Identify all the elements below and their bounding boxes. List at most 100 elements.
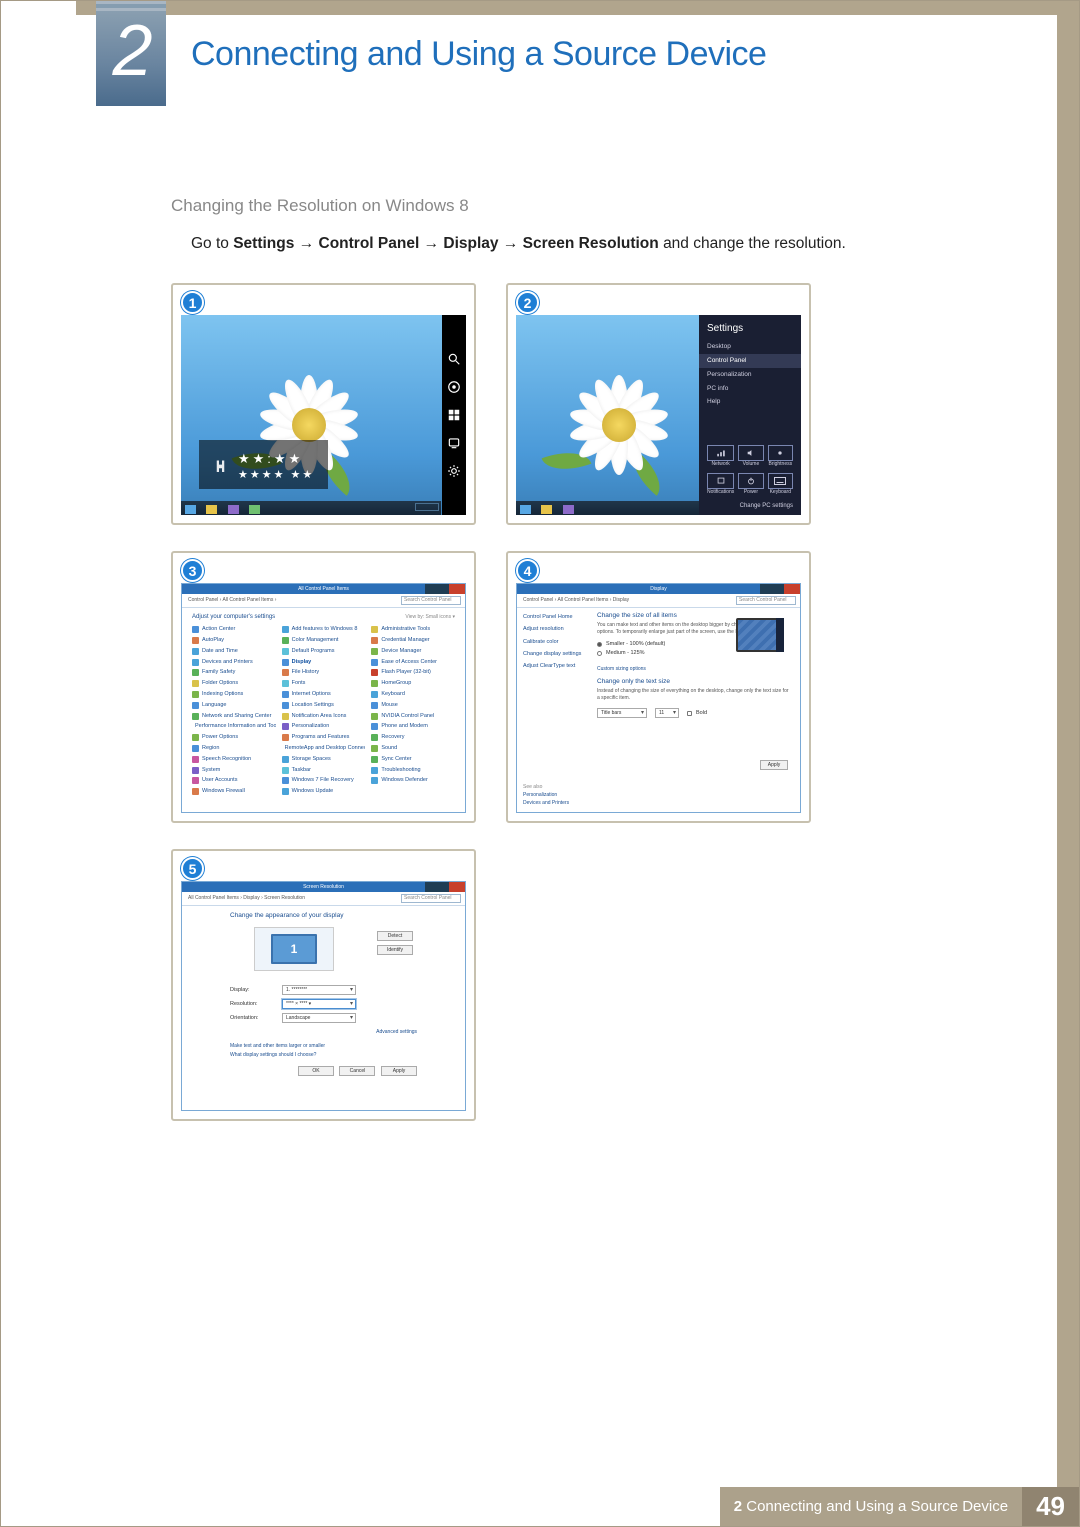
advanced-settings-link[interactable]: Advanced settings bbox=[230, 1029, 417, 1035]
window-titlebar[interactable]: Display bbox=[517, 584, 800, 594]
taskbar-icon[interactable] bbox=[249, 505, 260, 514]
keyboard-icon[interactable] bbox=[768, 473, 793, 489]
brightness-icon[interactable] bbox=[768, 445, 793, 461]
control-panel-item[interactable]: Color Management bbox=[282, 636, 366, 645]
control-panel-item[interactable]: Ease of Access Center bbox=[371, 658, 455, 667]
control-panel-item[interactable]: AutoPlay bbox=[192, 636, 276, 645]
control-panel-item[interactable]: NVIDIA Control Panel bbox=[371, 712, 455, 721]
control-panel-item[interactable]: Personalization bbox=[282, 722, 366, 731]
control-panel-item[interactable] bbox=[371, 787, 455, 796]
item-dropdown[interactable]: Title bars bbox=[597, 708, 647, 718]
sidebar-item[interactable]: Adjust resolution bbox=[523, 626, 583, 633]
control-panel-item[interactable]: Keyboard bbox=[371, 690, 455, 699]
custom-sizing-link[interactable]: Custom sizing options bbox=[597, 666, 792, 672]
control-panel-item[interactable]: System bbox=[192, 766, 276, 775]
detect-button[interactable]: Detect bbox=[377, 931, 413, 941]
see-also-link[interactable]: Personalization bbox=[523, 792, 569, 798]
control-panel-item[interactable]: Default Programs bbox=[282, 647, 366, 656]
taskbar-icon[interactable] bbox=[563, 505, 574, 514]
control-panel-item[interactable]: Windows Defender bbox=[371, 776, 455, 785]
see-also-link[interactable]: Devices and Printers bbox=[523, 800, 569, 806]
display-preview[interactable]: 1 bbox=[254, 927, 334, 971]
charms-bar[interactable] bbox=[442, 315, 466, 515]
share-icon[interactable] bbox=[447, 380, 461, 394]
control-panel-window[interactable]: All Control Panel Items Control Panel › … bbox=[181, 583, 466, 813]
sidebar-item[interactable]: Change display settings bbox=[523, 651, 583, 658]
control-panel-item[interactable]: Performance Information and Tools bbox=[192, 722, 276, 731]
control-panel-item[interactable]: File History bbox=[282, 668, 366, 677]
control-panel-item[interactable]: Flash Player (32-bit) bbox=[371, 668, 455, 677]
bold-checkbox[interactable]: Bold bbox=[687, 710, 707, 716]
sidebar-item[interactable]: Calibrate color bbox=[523, 639, 583, 646]
cancel-button[interactable]: Cancel bbox=[339, 1066, 375, 1076]
volume-icon[interactable] bbox=[738, 445, 763, 461]
control-panel-item[interactable]: Internet Options bbox=[282, 690, 366, 699]
control-panel-item[interactable]: Language bbox=[192, 701, 276, 710]
close-button[interactable] bbox=[449, 882, 465, 892]
settings-item[interactable]: PC info bbox=[707, 382, 793, 396]
settings-item[interactable]: Personalization bbox=[707, 368, 793, 382]
display-dropdown[interactable]: 1. ******** bbox=[282, 985, 356, 995]
close-button[interactable] bbox=[449, 584, 465, 594]
power-icon[interactable] bbox=[738, 473, 763, 489]
control-panel-item[interactable]: Display bbox=[282, 658, 366, 667]
control-panel-item[interactable]: Network and Sharing Center bbox=[192, 712, 276, 721]
control-panel-item[interactable]: Region bbox=[192, 744, 276, 753]
taskbar[interactable] bbox=[516, 501, 699, 515]
control-panel-item[interactable]: Administrative Tools bbox=[371, 625, 455, 634]
control-panel-item[interactable]: Windows Update bbox=[282, 787, 366, 796]
taskbar-tray[interactable] bbox=[415, 503, 439, 511]
taskbar-icon[interactable] bbox=[185, 505, 196, 514]
search-icon[interactable] bbox=[447, 352, 461, 366]
notifications-icon[interactable] bbox=[707, 473, 734, 489]
taskbar-icon[interactable] bbox=[228, 505, 239, 514]
breadcrumb-bar[interactable]: All Control Panel Items › Display › Scre… bbox=[182, 892, 465, 906]
breadcrumb-bar[interactable]: Control Panel › All Control Panel Items … bbox=[182, 594, 465, 608]
settings-item[interactable]: Help bbox=[707, 395, 793, 409]
window-titlebar[interactable]: All Control Panel Items bbox=[182, 584, 465, 594]
orientation-dropdown[interactable]: Landscape bbox=[282, 1013, 356, 1023]
screen-resolution-window[interactable]: Screen Resolution All Control Panel Item… bbox=[181, 881, 466, 1111]
control-panel-item[interactable]: Storage Spaces bbox=[282, 755, 366, 764]
minmax-buttons[interactable] bbox=[760, 584, 784, 594]
resolution-dropdown[interactable]: **** × **** ▾ bbox=[282, 999, 356, 1009]
ok-button[interactable]: OK bbox=[298, 1066, 334, 1076]
breadcrumb[interactable]: Control Panel › All Control Panel Items … bbox=[188, 597, 276, 603]
control-panel-item[interactable]: Location Settings bbox=[282, 701, 366, 710]
network-icon[interactable] bbox=[707, 445, 734, 461]
apply-button[interactable]: Apply bbox=[381, 1066, 417, 1076]
change-pc-settings-link[interactable]: Change PC settings bbox=[707, 503, 793, 509]
size-dropdown[interactable]: 11 bbox=[655, 708, 679, 718]
breadcrumb[interactable]: Control Panel › All Control Panel Items … bbox=[523, 597, 629, 603]
view-by-dropdown[interactable]: View by: Small icons ▾ bbox=[405, 614, 455, 620]
devices-icon[interactable] bbox=[447, 436, 461, 450]
control-panel-item[interactable]: Taskbar bbox=[282, 766, 366, 775]
control-panel-item[interactable]: Devices and Printers bbox=[192, 658, 276, 667]
breadcrumb[interactable]: All Control Panel Items › Display › Scre… bbox=[188, 895, 305, 901]
settings-item[interactable]: Control Panel bbox=[699, 354, 801, 368]
control-panel-item[interactable]: Indexing Options bbox=[192, 690, 276, 699]
control-panel-item[interactable]: Fonts bbox=[282, 679, 366, 688]
sidebar-home[interactable]: Control Panel Home bbox=[523, 614, 583, 621]
control-panel-item[interactable]: Credential Manager bbox=[371, 636, 455, 645]
minmax-buttons[interactable] bbox=[425, 584, 449, 594]
search-input[interactable]: Search Control Panel bbox=[401, 894, 461, 903]
control-panel-item[interactable]: HomeGroup bbox=[371, 679, 455, 688]
control-panel-item[interactable]: Power Options bbox=[192, 733, 276, 742]
control-panel-item[interactable]: Folder Options bbox=[192, 679, 276, 688]
sr-link-2[interactable]: What display settings should I choose? bbox=[230, 1052, 417, 1058]
display-window[interactable]: Display Control Panel › All Control Pane… bbox=[516, 583, 801, 813]
control-panel-item[interactable]: Sound bbox=[371, 744, 455, 753]
control-panel-item[interactable]: Sync Center bbox=[371, 755, 455, 764]
close-button[interactable] bbox=[784, 584, 800, 594]
charms-settings-pane[interactable]: Settings DesktopControl PanelPersonaliza… bbox=[699, 315, 801, 515]
control-panel-item[interactable]: Add features to Windows 8 bbox=[282, 625, 366, 634]
control-panel-item[interactable]: User Accounts bbox=[192, 776, 276, 785]
control-panel-item[interactable]: Programs and Features bbox=[282, 733, 366, 742]
minmax-buttons[interactable] bbox=[425, 882, 449, 892]
apply-button[interactable]: Apply bbox=[760, 760, 788, 770]
control-panel-item[interactable]: Family Safety bbox=[192, 668, 276, 677]
start-icon[interactable] bbox=[447, 408, 461, 422]
control-panel-item[interactable]: Date and Time bbox=[192, 647, 276, 656]
sr-link-1[interactable]: Make text and other items larger or smal… bbox=[230, 1043, 417, 1049]
